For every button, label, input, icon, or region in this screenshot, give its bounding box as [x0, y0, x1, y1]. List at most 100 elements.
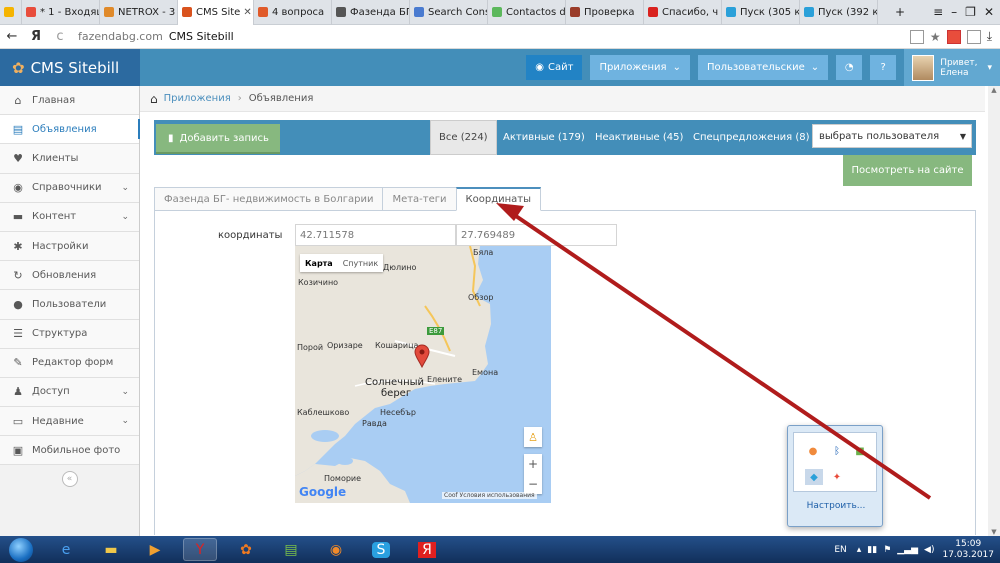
- new-tab-button[interactable]: +: [895, 5, 905, 19]
- site-button[interactable]: ◉ Сайт: [526, 55, 583, 80]
- language-indicator[interactable]: EN: [834, 545, 846, 555]
- browser-tab[interactable]: Search Cons: [410, 0, 488, 25]
- filter-inactive[interactable]: Неактивные (45): [595, 120, 683, 155]
- network-icon[interactable]: ▮▮: [867, 545, 877, 555]
- configure-link[interactable]: Настроить...: [788, 501, 884, 511]
- browser-tab[interactable]: [0, 0, 22, 25]
- flag-icon[interactable]: ⚑: [883, 545, 891, 555]
- url-page-title[interactable]: CMS Sitebill: [169, 30, 234, 43]
- map-type-satellite[interactable]: Спутник: [338, 254, 383, 272]
- ie-icon[interactable]: e: [49, 538, 83, 561]
- tab-main[interactable]: Фазенда БГ- недвижимость в Болгарии: [154, 187, 384, 211]
- maximize-icon[interactable]: ❐: [965, 5, 976, 19]
- map-type-map[interactable]: Карта: [300, 254, 338, 272]
- sidebar-item[interactable]: ♟ Доступ ⌄: [0, 377, 139, 408]
- filter-active[interactable]: Активные (179): [503, 120, 585, 155]
- close-window-icon[interactable]: ✕: [984, 5, 994, 19]
- tab-coordinates[interactable]: Координаты: [455, 187, 542, 211]
- records-toolbar: ▮ Добавить запись Все (224) Активные (179…: [154, 120, 976, 155]
- custom-menu-button[interactable]: Пользовательские ⌄: [697, 55, 829, 80]
- volume-icon[interactable]: ◀): [924, 545, 934, 555]
- browser-tab[interactable]: Спасибо, ч: [644, 0, 722, 25]
- sidebar-item[interactable]: ▬ Контент ⌄: [0, 202, 139, 232]
- download-icon[interactable]: ⤓: [987, 29, 992, 44]
- filter-special[interactable]: Спецпредложения (8): [693, 120, 810, 155]
- browser-tab[interactable]: NETROX - 3: [100, 0, 178, 25]
- greeting-text: Привет,: [940, 57, 978, 68]
- collapse-icon[interactable]: «: [61, 471, 78, 488]
- back-icon[interactable]: ←: [0, 29, 24, 44]
- address-bar: ← Я c fazendabg.com CMS Sitebill ★ ⤓: [0, 25, 1000, 49]
- start-button[interactable]: [2, 536, 40, 563]
- pegman-icon[interactable]: ♙: [524, 427, 542, 447]
- tray-app-icon[interactable]: ●: [807, 445, 819, 457]
- view-on-site-button[interactable]: Посмотреть на сайте: [843, 155, 972, 186]
- sidebar-item[interactable]: ⌂ Главная: [0, 86, 139, 116]
- sidebar-item[interactable]: ▭ Недавние ⌄: [0, 407, 139, 437]
- firefox-icon[interactable]: ◉: [319, 538, 353, 561]
- tray-app-icon[interactable]: ■: [854, 445, 866, 457]
- latitude-input[interactable]: [295, 224, 456, 246]
- sidebar-item[interactable]: ☰ Структура: [0, 319, 139, 349]
- browser-tab[interactable]: Contactos d: [488, 0, 566, 25]
- media-player-icon[interactable]: ▶: [138, 538, 172, 561]
- notepad-icon[interactable]: ▤: [274, 538, 308, 561]
- yandex-browser-icon[interactable]: Y: [183, 538, 217, 561]
- scroll-up-icon[interactable]: ▲: [988, 86, 1000, 94]
- menu-icon[interactable]: ≡: [933, 5, 943, 19]
- url-domain[interactable]: fazendabg.com: [78, 30, 163, 43]
- tray-app-icon[interactable]: ◆: [805, 469, 823, 485]
- sidebar-item[interactable]: ◉ Справочники ⌄: [0, 173, 139, 203]
- reader-icon[interactable]: [909, 29, 924, 44]
- home-icon[interactable]: ⌂: [150, 92, 158, 106]
- help-button[interactable]: ?: [870, 55, 897, 80]
- sidebar-item[interactable]: ♥ Клиенты: [0, 144, 139, 174]
- sidebar-item[interactable]: ✎ Редактор форм: [0, 348, 139, 378]
- user-select[interactable]: выбрать пользователя ▼: [812, 124, 972, 148]
- tray-app-icon[interactable]: ✦: [831, 471, 843, 483]
- browser-tab[interactable]: Проверка: [566, 0, 644, 25]
- breadcrumb-apps[interactable]: Приложения: [164, 93, 231, 104]
- map-marker-icon[interactable]: [414, 344, 430, 368]
- close-tab-icon[interactable]: ✕: [243, 7, 251, 18]
- explorer-icon[interactable]: ▬: [94, 538, 128, 561]
- skype-icon[interactable]: S: [364, 538, 398, 561]
- minimize-icon[interactable]: –: [951, 5, 957, 19]
- browser-tab[interactable]: Фазенда БГ: [332, 0, 410, 25]
- sidebar-item[interactable]: ↻ Обновления: [0, 261, 139, 291]
- tray-expand-icon[interactable]: ▴: [857, 545, 862, 555]
- map-terms[interactable]: Coof Условия использования: [442, 492, 537, 499]
- browser-tab[interactable]: 4 вопроса: [254, 0, 332, 25]
- sidebar-item[interactable]: ● Пользователи: [0, 290, 139, 320]
- app-icon[interactable]: ✿: [229, 538, 263, 561]
- yandex-icon[interactable]: Я: [410, 538, 444, 561]
- signal-icon[interactable]: ▁▃▅: [897, 545, 918, 555]
- zoom-in-button[interactable]: +: [528, 457, 538, 471]
- browser-tab[interactable]: Пуск (392 к: [800, 0, 878, 25]
- browser-tab[interactable]: CMS Site ✕: [178, 0, 254, 25]
- apps-menu-button[interactable]: Приложения ⌄: [590, 55, 690, 80]
- bluetooth-icon[interactable]: ᛒ: [831, 445, 843, 457]
- extension2-icon[interactable]: [966, 29, 981, 44]
- sidebar-item[interactable]: ▤ Объявления: [0, 115, 140, 145]
- zoom-out-button[interactable]: −: [528, 477, 538, 491]
- browser-tab[interactable]: * 1 - Входящ: [22, 0, 100, 25]
- clock[interactable]: 15:09 17.03.2017: [942, 539, 994, 561]
- star-icon[interactable]: ★: [930, 30, 941, 44]
- longitude-input[interactable]: [456, 224, 617, 246]
- extension-icon[interactable]: [946, 29, 961, 44]
- page-scrollbar[interactable]: ▲ ▼: [988, 86, 1000, 536]
- sidebar-item[interactable]: ▣ Мобильное фото: [0, 436, 139, 466]
- dashboard-button[interactable]: ◔: [836, 55, 863, 80]
- brand[interactable]: ✿ CMS Sitebill: [0, 49, 140, 86]
- filter-all[interactable]: Все (224): [430, 120, 497, 155]
- browser-tab[interactable]: Пуск (305 к: [722, 0, 800, 25]
- tab-meta[interactable]: Мета-теги: [382, 187, 457, 211]
- add-record-button[interactable]: ▮ Добавить запись: [156, 124, 280, 154]
- yandex-icon[interactable]: Я: [24, 29, 48, 44]
- map[interactable]: Карта Спутник Дюлино Бяла Козичино Обзор…: [295, 246, 551, 503]
- sidebar-item[interactable]: ✱ Настройки: [0, 231, 139, 262]
- user-menu[interactable]: Привет, Елена ▾: [904, 49, 1000, 86]
- reload-icon[interactable]: c: [48, 29, 72, 44]
- scroll-down-icon[interactable]: ▼: [988, 528, 1000, 536]
